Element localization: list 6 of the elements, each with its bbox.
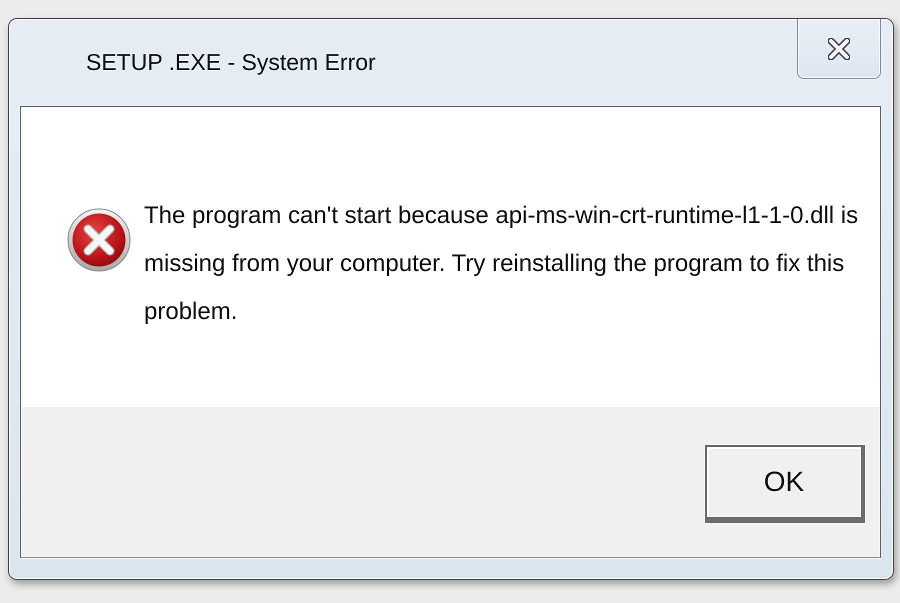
error-message: The program can't start because api-ms-win-crt-runtime-l1-1-0.dll is missing from your computer. Try reinstalling the program to fix this problem. [144,201,860,327]
ok-button[interactable]: OK [705,445,865,523]
close-button[interactable] [797,19,881,79]
error-icon [67,208,131,272]
close-icon [828,38,850,60]
window-title: SETUP .EXE - System Error [86,49,376,76]
